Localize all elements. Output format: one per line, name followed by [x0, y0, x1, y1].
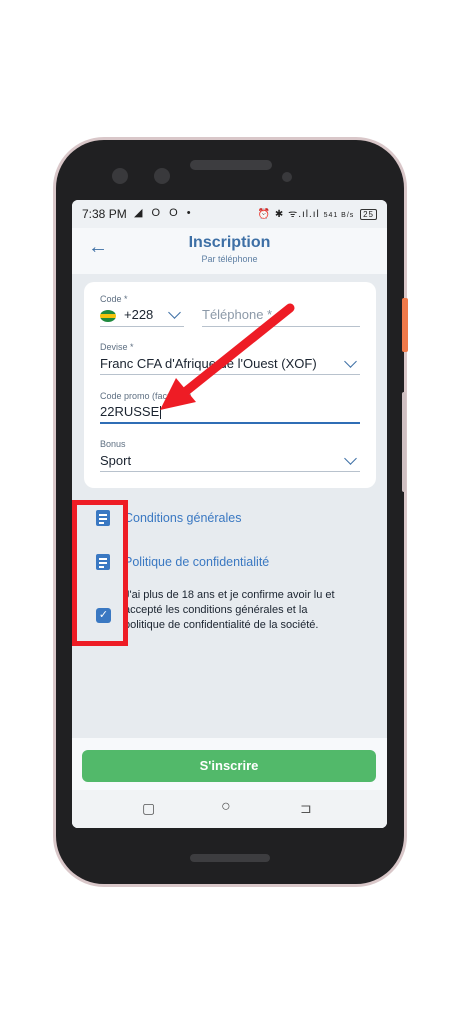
currency-select[interactable]: Franc CFA d'Afrique de l'Ouest (XOF)	[100, 356, 317, 371]
phone-input[interactable]: Téléphone *	[202, 307, 272, 322]
back-nav-icon[interactable]: ⊐	[300, 800, 312, 817]
bonus-select[interactable]: Sport	[100, 453, 131, 468]
footer: S'inscrire ▢ ○ ⊐	[72, 738, 387, 828]
togo-flag-icon	[100, 310, 116, 322]
front-sensor	[154, 168, 170, 184]
currency-underline	[100, 374, 360, 375]
recents-icon[interactable]: ▢	[142, 800, 155, 817]
chevron-down-icon[interactable]	[344, 355, 357, 368]
code-label: Code *	[100, 294, 128, 304]
volume-button	[402, 392, 406, 492]
code-underline	[100, 326, 184, 327]
status-time: 7:38 PM	[82, 207, 127, 221]
chevron-down-icon[interactable]	[168, 306, 181, 319]
chin-speaker	[190, 854, 270, 862]
currency-label: Devise *	[100, 342, 134, 352]
home-icon[interactable]: ○	[221, 798, 231, 816]
country-code-select[interactable]: +228	[124, 307, 153, 322]
system-nav-bar: ▢ ○ ⊐	[72, 790, 387, 828]
conditions-link[interactable]: Conditions générales	[124, 511, 241, 525]
power-button	[402, 298, 408, 352]
app-bar: ← Inscription Par téléphone	[72, 228, 387, 274]
promo-input[interactable]: 22RUSSE	[100, 404, 162, 420]
phone-underline	[202, 326, 360, 327]
privacy-link[interactable]: Politique de confidentialité	[124, 555, 269, 569]
earpiece-speaker	[190, 160, 272, 170]
registration-form-card: Code * +228 Téléphone * Devise * Franc C…	[84, 282, 376, 488]
notification-icons: ◢ O O •	[134, 207, 194, 219]
battery-icon: 25	[360, 209, 377, 220]
system-icons: ⏰ ✱ ᯤ.ıl.ıl 541 B/s 25	[258, 206, 377, 220]
bonus-underline	[100, 471, 360, 472]
network-speed: 541 B/s	[323, 212, 355, 219]
agree-text: J'ai plus de 18 ans et je confirme avoir…	[124, 589, 335, 631]
text-cursor	[160, 406, 162, 420]
chevron-down-icon[interactable]	[344, 452, 357, 465]
status-bar: 7:38 PM ◢ O O • ⏰ ✱ ᯤ.ıl.ıl 541 B/s 25	[72, 200, 387, 228]
proximity-sensor	[282, 172, 292, 182]
signal-icons: ⏰ ✱ ᯤ.ıl.ıl	[257, 209, 320, 220]
annotation-highlight-box	[72, 500, 128, 646]
page-title: Inscription	[188, 234, 271, 251]
register-button[interactable]: S'inscrire	[82, 750, 376, 782]
promo-value: 22RUSSE	[100, 404, 160, 419]
promo-label: Code promo (facultatif)	[100, 391, 192, 401]
promo-underline	[100, 422, 360, 424]
page-subtitle: Par téléphone	[201, 254, 258, 264]
bonus-label: Bonus	[100, 439, 126, 449]
front-camera	[112, 168, 128, 184]
